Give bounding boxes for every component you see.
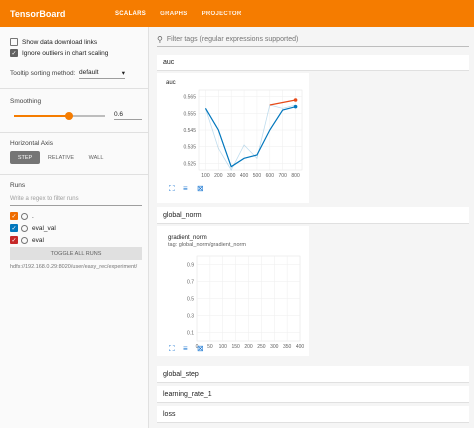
divider <box>0 88 149 89</box>
chevron-down-icon: ▾ <box>121 70 125 77</box>
sidebar: Show data download links ✓ Ignore outlie… <box>0 27 149 428</box>
section-title: auc <box>163 59 175 66</box>
y-tick-label: 0.1 <box>187 331 194 337</box>
top-bar: TensorBoard SCALARS GRAPHS PROJECTOR <box>0 0 474 27</box>
run-color-icon[interactable] <box>21 236 28 244</box>
show-download-checkbox[interactable] <box>10 38 18 46</box>
run-checkbox[interactable]: ✓ <box>10 212 18 220</box>
chart-card-gradient-norm: gradient_norm tag: global_norm/gradient_… <box>157 226 309 356</box>
x-tick-label: 250 <box>257 344 266 348</box>
ignore-outliers-label: Ignore outliers in chart scaling <box>22 49 109 57</box>
ignore-outliers-checkbox[interactable]: ✓ <box>10 49 18 57</box>
x-tick-label: 400 <box>240 173 249 179</box>
y-tick-label: 0.3 <box>187 314 194 320</box>
run-color-icon[interactable] <box>21 212 28 220</box>
tab-projector[interactable]: PROJECTOR <box>202 11 242 17</box>
run-name: . <box>32 212 34 220</box>
run-name: eval <box>32 236 44 244</box>
run-checkbox[interactable]: ✓ <box>10 224 18 232</box>
x-tick-label: 300 <box>270 344 279 348</box>
y-tick-label: 0.5 <box>187 297 194 303</box>
y-tick-label: 0.535 <box>183 145 196 151</box>
chart-card-auc: auc 100 200 300 400 500 600 700 800 0.565 0.555 0.… <box>157 73 309 203</box>
tooltip-sorting-label: Tooltip sorting method: <box>10 70 76 77</box>
section-title: learning_rate_1 <box>163 390 212 398</box>
smoothing-slider-thumb[interactable] <box>64 112 73 120</box>
x-tick-label: 100 <box>219 344 228 348</box>
ignore-outliers-option[interactable]: ✓ Ignore outliers in chart scaling <box>10 49 108 57</box>
run-color-icon[interactable] <box>21 224 28 232</box>
series-endpoint <box>293 104 298 109</box>
section-title: global_step <box>163 370 199 378</box>
log-scale-icon[interactable]: ≡ <box>183 184 188 193</box>
y-tick-label: 0.7 <box>187 280 194 286</box>
x-tick-label: 150 <box>231 344 240 348</box>
tab-scalars[interactable]: SCALARS <box>115 11 146 17</box>
x-tick-label: 500 <box>253 173 262 179</box>
main-panel: ⚲ Filter tags (regular expressions suppo… <box>149 27 474 428</box>
fit-domain-icon[interactable]: ⊠ <box>197 344 204 353</box>
horizontal-axis-label: Horizontal Axis <box>10 140 53 147</box>
show-download-option[interactable]: Show data download links <box>10 38 97 46</box>
divider <box>0 174 149 175</box>
app-title: TensorBoard <box>10 8 66 19</box>
auc-chart: 100 200 300 400 500 600 700 800 0.565 0.555 0.545 0… <box>183 89 303 179</box>
divider <box>0 132 149 133</box>
chart-title: gradient_norm <box>168 235 207 241</box>
run-path-text: hdfs://192.168.0.29:8020/user/easy_rec/e… <box>10 264 138 270</box>
fit-domain-icon[interactable]: ⊠ <box>197 184 204 193</box>
runs-label: Runs <box>10 182 26 189</box>
search-icon: ⚲ <box>157 35 163 44</box>
log-scale-icon[interactable]: ≡ <box>183 344 188 353</box>
axis-relative-button[interactable]: RELATIVE <box>44 151 78 164</box>
axis-wall-button[interactable]: WALL <box>82 151 110 164</box>
tooltip-sorting-select[interactable]: default ▾ <box>79 69 125 79</box>
y-tick-label: 0.545 <box>183 128 196 134</box>
section-title: loss <box>163 410 176 418</box>
tab-graphs[interactable]: GRAPHS <box>160 11 187 17</box>
run-item[interactable]: ✓ eval_val <box>10 224 56 232</box>
section-global-step[interactable]: global_step <box>157 366 469 383</box>
x-tick-label: 400 <box>296 344 305 348</box>
y-tick-label: 0.555 <box>183 111 196 117</box>
x-tick-label: 800 <box>291 173 300 179</box>
run-name: eval_val <box>32 224 56 232</box>
gradient-norm-chart: 0 50 100 150 200 250 300 350 4000.90.70.50.30.1 <box>187 255 305 348</box>
tag-filter-input[interactable]: ⚲ Filter tags (regular expressions suppo… <box>157 33 469 47</box>
run-item[interactable]: ✓ eval <box>10 236 44 244</box>
x-tick-label: 200 <box>214 173 223 179</box>
section-global-norm[interactable]: global_norm <box>157 207 469 224</box>
section-learning-rate[interactable]: learning_rate_1 <box>157 386 469 403</box>
toggle-all-runs-button[interactable]: TOGGLE ALL RUNS <box>10 247 142 260</box>
runs-filter-input[interactable]: Write a regex to filter runs <box>10 196 142 206</box>
tag-filter-placeholder: Filter tags (regular expressions support… <box>166 36 299 43</box>
series-endpoint <box>293 98 298 102</box>
run-item[interactable]: ✓ . <box>10 212 34 220</box>
smoothing-label: Smoothing <box>10 98 42 105</box>
x-tick-label: 50 <box>207 344 213 348</box>
expand-icon[interactable]: ⛶ <box>169 344 175 354</box>
y-tick-label: 0.525 <box>183 161 196 167</box>
smoothing-value-input[interactable]: 0.6 <box>114 111 142 120</box>
section-loss[interactable]: loss <box>157 406 469 423</box>
smoothing-slider[interactable] <box>14 112 105 120</box>
smoothing-slider-fill <box>14 115 69 117</box>
section-title: global_norm <box>163 211 202 219</box>
x-tick-label: 350 <box>283 344 292 348</box>
section-auc[interactable]: auc <box>157 55 469 71</box>
run-checkbox[interactable]: ✓ <box>10 236 18 244</box>
x-tick-label: 700 <box>279 173 288 179</box>
x-tick-label: 300 <box>227 173 236 179</box>
tooltip-sorting-value: default <box>79 69 99 76</box>
show-download-label: Show data download links <box>22 38 98 46</box>
x-tick-label: 100 <box>201 173 210 179</box>
x-tick-label: 600 <box>266 173 275 179</box>
axis-step-button[interactable]: STEP <box>10 151 40 164</box>
y-tick-label: 0.9 <box>187 263 194 269</box>
expand-icon[interactable]: ⛶ <box>169 184 175 194</box>
y-tick-label: 0.565 <box>183 95 196 101</box>
x-tick-label: 200 <box>244 344 253 348</box>
